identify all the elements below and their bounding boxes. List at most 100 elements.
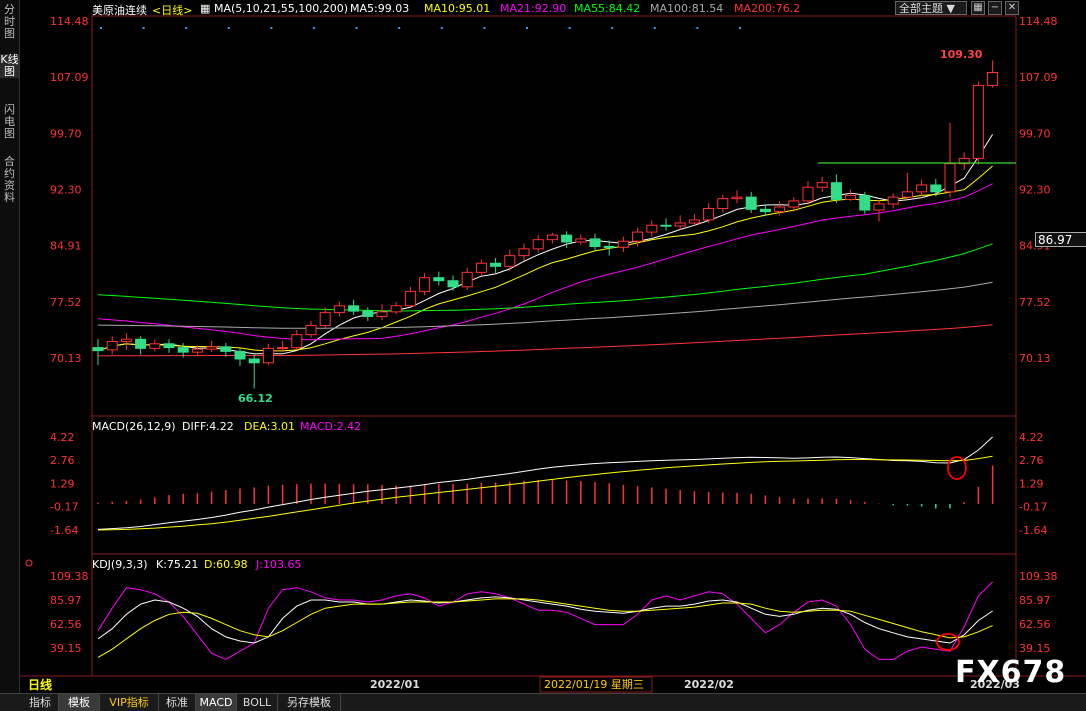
candle-body	[617, 240, 629, 248]
ma-icon[interactable]: ▦	[200, 2, 210, 15]
candle-body	[674, 222, 686, 227]
candle-body	[106, 341, 118, 351]
candle-body	[404, 290, 416, 307]
chart-area[interactable]: 114.48 114.48 107.09 107.09 99.70 99.70 92.30 9…	[20, 0, 1086, 693]
event-marker	[483, 27, 486, 29]
candle-body	[546, 234, 558, 241]
candle-body	[490, 262, 502, 267]
tab-kline-chart[interactable]: K线图	[0, 54, 19, 78]
candle-body	[177, 347, 189, 353]
candle-body	[419, 277, 431, 292]
price-tick-right-5: 77.52	[1019, 296, 1051, 309]
candle-body	[248, 358, 260, 364]
grid-icon[interactable]: ▦	[971, 1, 985, 15]
tab-indicator[interactable]: 指标	[22, 694, 59, 711]
candle-body	[234, 350, 246, 360]
candle-body	[120, 338, 132, 343]
ma21-value: MA21:92.90	[500, 2, 567, 15]
macd-tick-left-2: 1.29	[50, 478, 75, 491]
kdj-tick-right-0: 109.38	[1019, 570, 1058, 583]
tab-template[interactable]: 模板	[59, 694, 100, 711]
ma200-value: MA200:76.2	[734, 2, 801, 15]
macd-tick-right-3: -0.17	[1019, 501, 1047, 514]
candle-body	[362, 310, 374, 317]
candle-body	[774, 206, 786, 213]
chart-canvas[interactable]: 114.48 114.48 107.09 107.09 99.70 99.70 92.30 9…	[20, 0, 1086, 693]
price-tick-right-1: 107.09	[1019, 71, 1058, 84]
event-marker	[100, 27, 102, 29]
kdj-j-line	[97, 581, 993, 660]
macd-dea-line	[97, 455, 993, 531]
candle-body	[518, 248, 530, 257]
candle-body	[191, 348, 203, 353]
candle-body	[887, 196, 899, 205]
candle-body	[745, 196, 757, 210]
kdj-settings-icon[interactable]	[25, 559, 33, 567]
kdj-j-value: J:103.65	[255, 558, 301, 571]
tab-time-chart[interactable]: 分时图	[0, 4, 19, 40]
candle-body	[135, 338, 147, 349]
tab-standard[interactable]: 标准	[159, 694, 196, 711]
event-marker	[440, 27, 443, 29]
event-marker	[142, 27, 145, 29]
candle-body	[731, 196, 743, 200]
candle-body	[504, 255, 516, 267]
macd-tick-right-1: 2.76	[1019, 454, 1044, 467]
kdj-tick-right-1: 85.97	[1019, 594, 1051, 607]
tab-save-template[interactable]: 另存模板	[278, 694, 341, 711]
ma21-line	[97, 183, 993, 341]
period-indicator[interactable]: <日线>	[152, 2, 192, 18]
ma55-line	[97, 243, 993, 312]
theme-select-label: 全部主题	[899, 2, 943, 15]
bottom-toolbar: 指标 模板 VIP指标 标准 MACD BOLL 另存模板	[0, 693, 1086, 711]
close-icon[interactable]: ✕	[1005, 1, 1019, 15]
candle-body	[901, 191, 913, 198]
x-label-jan: 2022/01	[370, 678, 420, 691]
candle-body	[220, 346, 232, 352]
macd-tick-right-4: -1.64	[1019, 524, 1047, 537]
cursor-date: 2022/01/19 星期三	[544, 678, 644, 691]
candle-body	[348, 305, 360, 312]
ma55-value: MA55:84.42	[574, 2, 641, 15]
price-tick-right-3: 92.30	[1019, 184, 1051, 197]
candle-body	[92, 347, 104, 352]
tab-macd[interactable]: MACD	[196, 694, 237, 711]
candle-body	[703, 208, 715, 221]
period-label[interactable]: 日线	[28, 677, 52, 692]
tab-vip-indicator[interactable]: VIP指标	[100, 694, 159, 711]
price-tick-right-2: 99.70	[1019, 127, 1051, 140]
macd-tick-left-3: -0.17	[50, 501, 78, 514]
minus-icon[interactable]: −	[988, 1, 1002, 15]
event-marker	[653, 27, 656, 29]
candle-body	[930, 184, 942, 193]
candle-body	[262, 347, 274, 364]
tab-flash-chart[interactable]: 闪电图	[0, 104, 19, 140]
candle-body	[149, 343, 161, 349]
kdj-tick-left-3: 39.15	[50, 642, 82, 655]
price-tick-left-0: 114.48	[50, 15, 89, 28]
candle-body	[163, 343, 175, 349]
price-tick-left-6: 70.13	[50, 352, 82, 365]
candle-body	[319, 312, 331, 327]
macd-panel-frame	[91, 415, 1017, 555]
price-tick-left-2: 99.70	[50, 127, 82, 140]
event-marker	[568, 27, 571, 29]
theme-select[interactable]: 全部主题 ▼	[895, 1, 967, 15]
macd-tick-left-1: 2.76	[50, 454, 75, 467]
candle-body	[660, 224, 672, 227]
candle-body	[646, 224, 658, 233]
ma100-line	[97, 281, 993, 329]
tab-boll[interactable]: BOLL	[237, 694, 278, 711]
candle-body	[433, 277, 445, 282]
candle-body	[816, 182, 828, 188]
high-price-label: 109.30	[940, 48, 983, 61]
candle-body	[916, 184, 928, 193]
ma-params: MA(5,10,21,55,100,200)	[214, 2, 349, 15]
event-marker	[611, 27, 614, 29]
ma5-value: MA5:99.03	[350, 2, 410, 15]
watermark-logo: FX678	[955, 655, 1067, 690]
candle-body	[859, 195, 871, 211]
candle-body	[333, 305, 345, 314]
tab-contract-info[interactable]: 合约资料	[0, 156, 19, 204]
candle-body	[972, 84, 984, 159]
